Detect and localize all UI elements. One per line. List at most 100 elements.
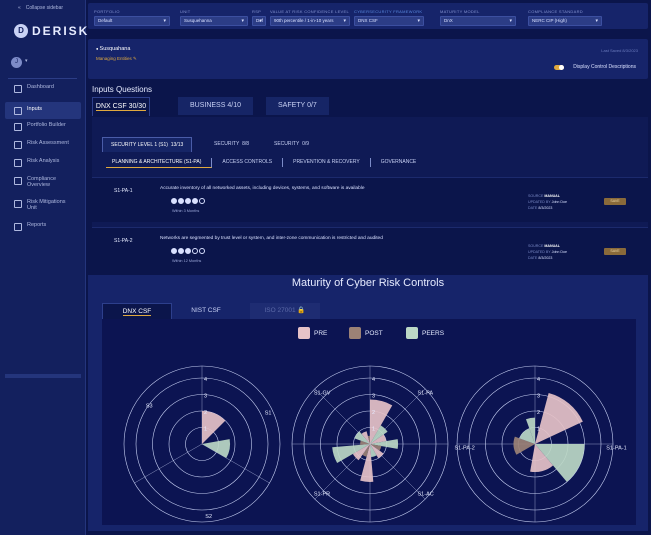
rating-dot[interactable] <box>192 198 198 204</box>
polar-sector-pre <box>535 392 583 444</box>
tab-security-level-3[interactable]: SECURITY 0/9 <box>266 137 317 151</box>
radial-tick-label: 1 <box>204 427 207 433</box>
radial-tick-label: 4 <box>537 377 540 383</box>
sidebar: «Collapse sidebar D DERISK J ▾ Dashboard… <box>0 0 89 535</box>
question-row: S1-PA-1 Accurate inventory of all networ… <box>92 177 648 222</box>
rating-dot[interactable] <box>171 198 177 204</box>
question-meta: SOURCE MANUAL UPDATED BY John Doe DATE 8… <box>528 194 568 210</box>
sidebar-item-risk-assessment[interactable]: Risk Assessment <box>5 140 81 157</box>
display-descriptions-toggle[interactable] <box>554 65 564 70</box>
question-code: S1-PA-1 <box>114 188 133 194</box>
portfolio-filter[interactable]: PORTFOLIO Default <box>94 9 170 26</box>
portfolio-icon <box>14 123 22 131</box>
rating-dot[interactable] <box>171 248 177 254</box>
rsp-select[interactable]: Def <box>252 16 266 26</box>
rating-dot[interactable] <box>199 198 205 204</box>
tab-chart-dnx-csf[interactable]: DNX CSF <box>102 303 172 320</box>
tab-safety[interactable]: SAFETY 0/7 <box>266 97 329 115</box>
sidebar-item-compliance-overview[interactable]: Compliance Overview <box>5 176 81 198</box>
filter-bar: PORTFOLIODefault UNITSusquehanna RSPDef … <box>88 3 648 29</box>
tab-business[interactable]: BUSINESS 4/10 <box>178 97 253 115</box>
logo-mark-icon: D <box>14 24 28 38</box>
logo: D DERISK <box>14 24 89 38</box>
question-text: Networks are segmented by trust level or… <box>160 236 383 241</box>
maturity-card: Maturity of Cyber Risk Controls DNX CSF … <box>88 275 648 531</box>
radial-tick-label: 1 <box>372 427 375 433</box>
dashboard-icon <box>14 85 22 93</box>
collapse-sidebar-button[interactable]: «Collapse sidebar <box>18 5 68 11</box>
rating-dot[interactable] <box>185 198 191 204</box>
framework-select[interactable]: DNX CSF <box>354 16 424 26</box>
chevron-down-icon[interactable]: ▾ <box>25 58 28 64</box>
avatar[interactable]: J <box>11 57 22 68</box>
chart-panel: PRE POST PEERS 1 2 3 4 S1 S2 S3 1 2 3 4 S1-PA S1-AC S… <box>102 319 636 525</box>
sidebar-footer <box>5 374 81 378</box>
axis-label: S2 <box>205 514 212 520</box>
rating-dot[interactable] <box>178 198 184 204</box>
inputs-icon <box>14 107 22 115</box>
maturity-rating[interactable] <box>171 248 206 254</box>
save-button[interactable]: SAVE <box>604 198 626 205</box>
chart-title: Maturity of Cyber Risk Controls <box>291 277 445 289</box>
rating-dot[interactable] <box>199 248 205 254</box>
sidebar-item-reports[interactable]: Reports <box>5 222 81 239</box>
framework-filter[interactable]: CYBERSECURITY FRAMEWORK DNX CSF <box>354 9 424 26</box>
radial-tick-label: 1 <box>537 427 540 433</box>
tab-security-level-1[interactable]: SECURITY LEVEL 1 (S1) 13/13 <box>102 137 193 152</box>
radial-tick-label: 2 <box>372 410 375 416</box>
collapse-icon: « <box>18 5 21 11</box>
maturity-rating[interactable] <box>171 198 206 204</box>
polar-sector-peers <box>202 439 231 459</box>
sidebar-item-dashboard[interactable]: Dashboard <box>5 84 81 101</box>
question-text: Accurate inventory of all networked asse… <box>160 186 365 191</box>
sidebar-item-risk-mitigations[interactable]: Risk Mitigations Unit <box>5 199 81 221</box>
polar-charts: 1 2 3 4 S1 S2 S3 1 2 3 4 S1-PA S1-AC S1-PR S1-GV 1 2 3 4 S1… <box>123 365 627 523</box>
tab-governance[interactable]: GOVERNANCE <box>371 158 427 167</box>
compliance-standard-select[interactable]: NERC CIP (High) <box>528 16 602 26</box>
tab-chart-iso-27001: ISO 27001 🔒 <box>250 303 320 319</box>
axis-label: S3 <box>146 404 153 410</box>
radial-tick-label: 4 <box>204 377 207 383</box>
question-row: S1-PA-2 Networks are segmented by trust … <box>92 227 648 272</box>
sidebar-item-portfolio-builder[interactable]: Portfolio Builder <box>5 122 81 139</box>
unit-select[interactable]: Susquehanna <box>180 16 248 26</box>
radial-tick-label: 4 <box>372 377 375 383</box>
tab-access-controls[interactable]: ACCESS CONTROLS <box>212 158 284 167</box>
assessment-icon <box>14 141 22 149</box>
last-saved: Last Saved 8/3/2023 <box>601 48 638 53</box>
question-timeframe: Within 12 Months <box>172 259 202 263</box>
portfolio-select[interactable]: Default <box>94 16 170 26</box>
rating-dot[interactable] <box>192 248 198 254</box>
axis-label: S1-PA-1 <box>606 445 626 451</box>
maturity-model-filter[interactable]: MATURITY MODEL DnX <box>440 9 516 26</box>
maturity-model-select[interactable]: DnX <box>440 16 516 26</box>
axis-label: S1-AC <box>418 491 434 497</box>
unit-filter[interactable]: UNIT Susquehanna <box>180 9 248 26</box>
display-descriptions-label: Display Control Descriptions <box>573 64 636 70</box>
compliance-standard-filter[interactable]: COMPLIANCE STANDARD NERC CIP (High) <box>528 9 602 26</box>
tab-prevention-recovery[interactable]: PREVENTION & RECOVERY <box>283 158 371 167</box>
tab-security-level-2[interactable]: SECURITY 8/8 <box>206 137 257 151</box>
sidebar-item-inputs[interactable]: Inputs <box>5 102 81 119</box>
polar-spoke <box>134 443 203 484</box>
question-code: S1-PA-2 <box>114 238 133 244</box>
rsp-filter[interactable]: RSP Def <box>252 9 266 26</box>
tab-chart-nist-csf[interactable]: NIST CSF <box>172 303 240 319</box>
question-timeframe: Within 3 Months <box>172 209 200 213</box>
managing-entities-link[interactable]: Managing Entities ✎ <box>96 56 137 62</box>
question-meta: SOURCE MANUAL UPDATED BY John Doe DATE 8… <box>528 244 568 260</box>
confidence-level-filter[interactable]: VALUE AT RISK CONFIDENCE LEVEL 90th perce… <box>270 9 350 26</box>
tab-dnx-csf[interactable]: DNX CSF 30/30 <box>92 97 150 116</box>
confidence-level-select[interactable]: 90th percentile / 1-in-10 years <box>270 16 350 26</box>
sidebar-item-risk-analysis[interactable]: Risk Analysis <box>5 158 81 175</box>
radial-tick-label: 3 <box>204 394 207 400</box>
radial-tick-label: 2 <box>204 410 207 416</box>
divider <box>8 78 77 79</box>
radial-tick-label: 3 <box>537 394 540 400</box>
radial-tick-label: 2 <box>537 410 540 416</box>
tab-planning-architecture[interactable]: PLANNING & ARCHITECTURE (S1-PA) <box>106 158 213 168</box>
rating-dot[interactable] <box>185 248 191 254</box>
rating-dot[interactable] <box>178 248 184 254</box>
save-button[interactable]: SAVE <box>604 248 626 255</box>
entity-header: Susquahana Managing Entities ✎ Last Save… <box>88 39 648 79</box>
